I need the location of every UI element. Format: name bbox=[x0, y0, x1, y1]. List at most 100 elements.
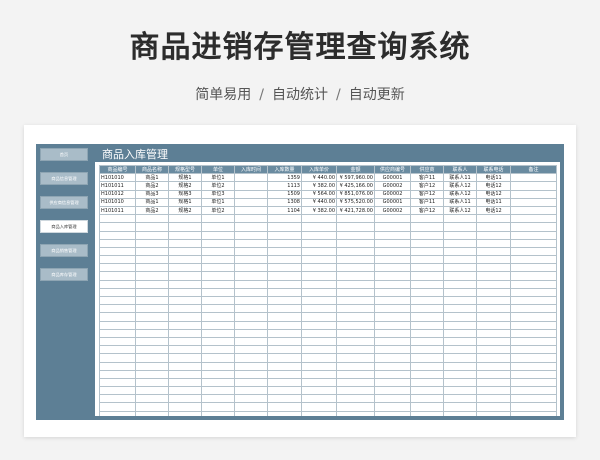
table-cell[interactable] bbox=[168, 271, 202, 281]
table-cell[interactable] bbox=[476, 279, 511, 289]
table-cell[interactable] bbox=[510, 304, 557, 314]
table-cell[interactable] bbox=[510, 279, 557, 289]
table-cell[interactable] bbox=[443, 394, 477, 404]
table-cell[interactable] bbox=[135, 320, 169, 330]
table-cell[interactable] bbox=[476, 386, 511, 396]
table-cell[interactable] bbox=[99, 377, 136, 388]
table-cell[interactable] bbox=[135, 304, 169, 314]
table-cell[interactable] bbox=[99, 410, 136, 416]
table-cell[interactable] bbox=[99, 386, 136, 396]
table-cell[interactable] bbox=[99, 222, 136, 232]
table-cell[interactable] bbox=[374, 394, 411, 404]
table-cell[interactable]: ¥ 382.00 bbox=[301, 205, 337, 216]
table-cell[interactable] bbox=[168, 336, 202, 347]
table-cell[interactable] bbox=[234, 410, 268, 416]
table-cell[interactable] bbox=[267, 230, 302, 240]
table-cell[interactable] bbox=[168, 214, 202, 224]
table-cell[interactable] bbox=[476, 271, 511, 281]
table-cell[interactable] bbox=[443, 353, 477, 363]
sidebar-item-product-info[interactable]: 商品信息管理 bbox=[40, 172, 88, 185]
table-cell[interactable]: 规格2 bbox=[168, 181, 202, 191]
table-cell[interactable] bbox=[234, 189, 268, 199]
table-cell[interactable] bbox=[99, 255, 136, 265]
table-cell[interactable] bbox=[510, 230, 557, 240]
table-cell[interactable] bbox=[301, 287, 337, 298]
table-cell[interactable]: 商品1 bbox=[135, 173, 169, 183]
table-row-empty[interactable] bbox=[99, 222, 557, 232]
table-cell[interactable] bbox=[168, 304, 202, 314]
table-cell[interactable] bbox=[267, 246, 302, 257]
table-cell[interactable] bbox=[201, 402, 235, 412]
table-cell[interactable] bbox=[476, 312, 511, 322]
table-cell[interactable] bbox=[168, 353, 202, 363]
table-cell[interactable]: 联系人11 bbox=[443, 197, 477, 207]
table-row-empty[interactable] bbox=[99, 214, 557, 224]
table-cell[interactable] bbox=[510, 394, 557, 404]
table-cell[interactable] bbox=[168, 287, 202, 298]
table-cell[interactable] bbox=[301, 222, 337, 232]
table-cell[interactable] bbox=[336, 263, 375, 273]
table-row-empty[interactable] bbox=[99, 410, 557, 416]
table-cell[interactable] bbox=[476, 394, 511, 404]
table-cell[interactable] bbox=[476, 402, 511, 412]
table-cell[interactable] bbox=[476, 328, 511, 338]
table-cell[interactable]: H101012 bbox=[99, 189, 136, 199]
table-cell[interactable] bbox=[510, 263, 557, 273]
table-cell[interactable] bbox=[234, 246, 268, 257]
table-cell[interactable]: 1104 bbox=[267, 205, 302, 216]
table-row[interactable]: H101011 商品2 规格2 单位2 1104 ¥ 382.00 ¥ 421,728.00… bbox=[99, 205, 557, 216]
table-cell[interactable] bbox=[234, 230, 268, 240]
table-cell[interactable] bbox=[410, 386, 444, 396]
table-cell[interactable] bbox=[201, 320, 235, 330]
table-cell[interactable] bbox=[201, 328, 235, 338]
table-cell[interactable] bbox=[336, 279, 375, 289]
table-cell[interactable] bbox=[443, 345, 477, 355]
table-cell[interactable] bbox=[267, 222, 302, 232]
table-row[interactable]: H101011 商品2 规格2 单位2 1113 ¥ 382.00 ¥ 425,166.00… bbox=[99, 181, 557, 191]
table-cell[interactable] bbox=[374, 304, 411, 314]
table-cell[interactable] bbox=[410, 312, 444, 322]
table-cell[interactable] bbox=[135, 279, 169, 289]
table-cell[interactable] bbox=[201, 295, 235, 306]
table-cell[interactable] bbox=[267, 287, 302, 298]
table-cell[interactable] bbox=[234, 345, 268, 355]
table-row-empty[interactable] bbox=[99, 271, 557, 281]
table-cell[interactable] bbox=[374, 279, 411, 289]
table-cell[interactable]: H101010 bbox=[99, 173, 136, 183]
table-cell[interactable] bbox=[510, 402, 557, 412]
table-cell[interactable] bbox=[267, 377, 302, 388]
sidebar-item-sales[interactable]: 商品销售管理 bbox=[40, 244, 88, 257]
table-cell[interactable] bbox=[510, 295, 557, 306]
table-cell[interactable] bbox=[336, 402, 375, 412]
table-cell[interactable] bbox=[510, 255, 557, 265]
table-cell[interactable] bbox=[336, 255, 375, 265]
table-cell[interactable] bbox=[267, 255, 302, 265]
table-cell[interactable] bbox=[301, 304, 337, 314]
table-cell[interactable] bbox=[410, 222, 444, 232]
table-cell[interactable] bbox=[336, 287, 375, 298]
table-cell[interactable] bbox=[410, 271, 444, 281]
column-header[interactable]: 单位 bbox=[201, 164, 235, 175]
table-cell[interactable] bbox=[234, 320, 268, 330]
table-cell[interactable] bbox=[99, 287, 136, 298]
table-cell[interactable]: 电话12 bbox=[476, 205, 511, 216]
table-cell[interactable] bbox=[168, 238, 202, 248]
table-cell[interactable] bbox=[135, 336, 169, 347]
table-cell[interactable] bbox=[267, 336, 302, 347]
table-cell[interactable] bbox=[267, 295, 302, 306]
column-header[interactable]: 供应商编号 bbox=[374, 164, 411, 175]
table-cell[interactable] bbox=[168, 246, 202, 257]
table-cell[interactable] bbox=[336, 369, 375, 379]
table-cell[interactable] bbox=[99, 214, 136, 224]
table-cell[interactable] bbox=[201, 263, 235, 273]
table-cell[interactable] bbox=[443, 279, 477, 289]
table-cell[interactable]: 商品3 bbox=[135, 189, 169, 199]
table-cell[interactable] bbox=[510, 189, 557, 199]
table-cell[interactable] bbox=[168, 230, 202, 240]
table-cell[interactable] bbox=[336, 304, 375, 314]
table-cell[interactable] bbox=[267, 410, 302, 416]
table-cell[interactable] bbox=[234, 328, 268, 338]
table-cell[interactable] bbox=[476, 320, 511, 330]
table-cell[interactable] bbox=[301, 271, 337, 281]
table-row-empty[interactable] bbox=[99, 353, 557, 363]
